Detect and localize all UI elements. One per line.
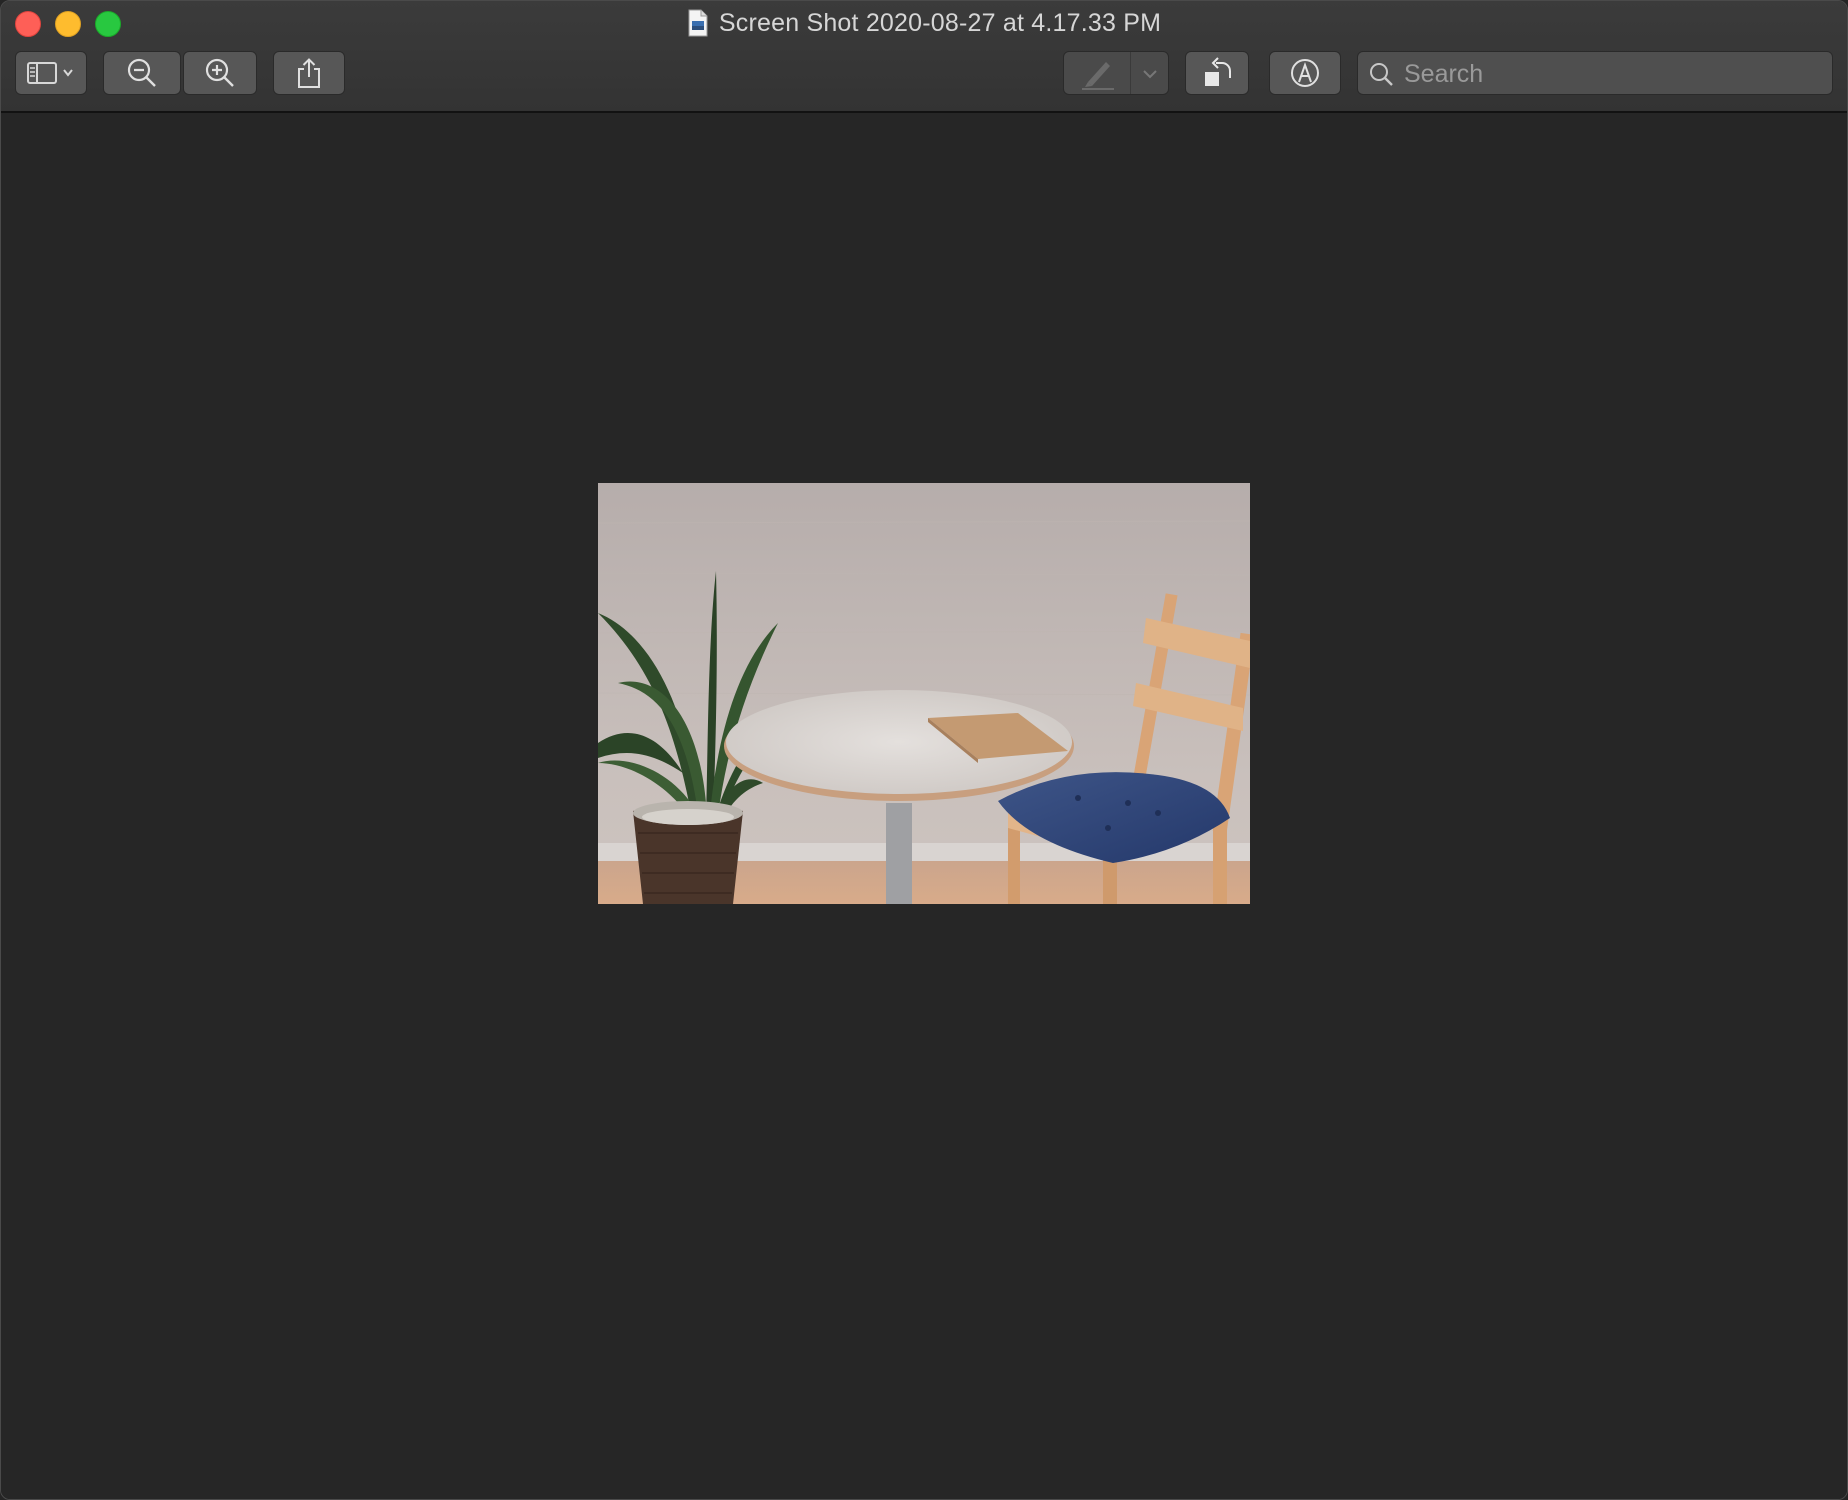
markup-button[interactable] — [1269, 51, 1341, 95]
markup-icon — [1291, 59, 1319, 87]
zoom-in-icon — [205, 58, 234, 87]
rotate-left-button[interactable] — [1185, 51, 1249, 95]
split-divider — [1130, 52, 1131, 94]
displayed-image — [598, 483, 1250, 904]
document-icon — [688, 9, 708, 37]
chevron-down-icon — [1143, 70, 1157, 79]
zoom-in-button[interactable] — [183, 51, 257, 95]
window-title-group: Screen Shot 2020-08-27 at 4.17.33 PM — [1, 7, 1847, 39]
zoom-out-icon — [127, 58, 156, 87]
pen-icon — [1082, 62, 1114, 90]
highlight-button[interactable] — [1063, 51, 1169, 95]
sidebar-icon — [27, 62, 73, 84]
window-title: Screen Shot 2020-08-27 at 4.17.33 PM — [718, 8, 1162, 37]
search-field[interactable] — [1357, 51, 1833, 96]
rotate-left-icon — [1205, 57, 1231, 86]
preview-window: Screen Shot 2020-08-27 at 4.17.33 PM — [0, 0, 1848, 1500]
search-icon — [1370, 63, 1393, 86]
title-bar: Screen Shot 2020-08-27 at 4.17.33 PM — [1, 1, 1847, 113]
share-button[interactable] — [273, 51, 345, 95]
zoom-out-button[interactable] — [103, 51, 181, 95]
share-icon — [298, 58, 320, 88]
sidebar-toggle-button[interactable] — [15, 51, 87, 95]
search-input[interactable] — [1402, 52, 1826, 96]
